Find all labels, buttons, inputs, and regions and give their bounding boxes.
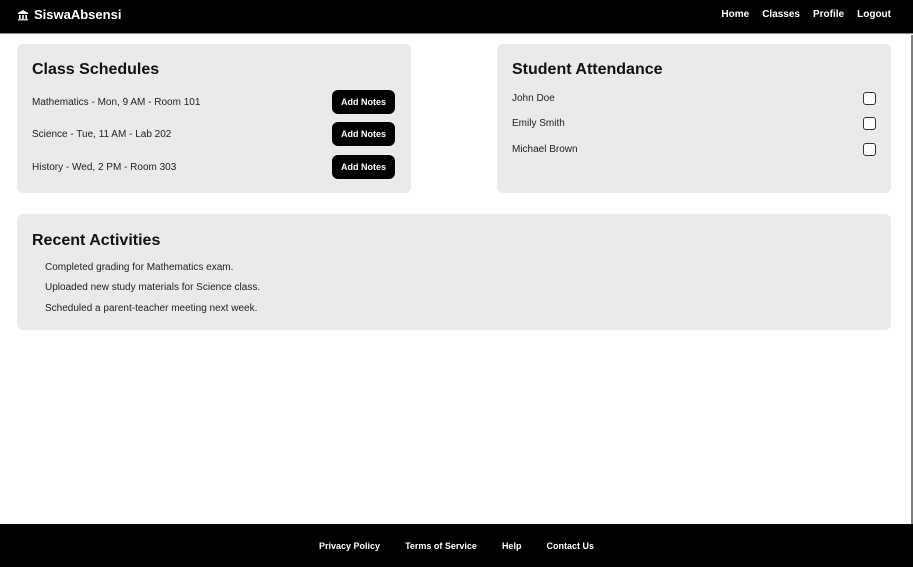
student-name: Michael Brown xyxy=(512,143,578,155)
main-nav: Home Classes Profile Logout xyxy=(721,9,891,20)
nav-logout[interactable]: Logout xyxy=(857,9,891,20)
student-name: Emily Smith xyxy=(512,117,565,129)
attendance-checkbox[interactable] xyxy=(863,116,876,130)
attendance-checkbox[interactable] xyxy=(863,91,876,105)
attendance-row: John Doe xyxy=(512,90,876,106)
class-schedules-card: Class Schedules Mathematics - Mon, 9 AM … xyxy=(17,44,411,193)
schedule-row: Mathematics - Mon, 9 AM - Room 101 Add N… xyxy=(32,90,395,114)
schedule-text: Mathematics - Mon, 9 AM - Room 101 xyxy=(32,96,201,108)
schedule-text: Science - Tue, 11 AM - Lab 202 xyxy=(32,128,172,140)
student-attendance-card: Student Attendance John Doe Emily Smith … xyxy=(497,44,891,193)
footer-terms-link[interactable]: Terms of Service xyxy=(405,541,477,551)
navbar: SiswaAbsensi Home Classes Profile Logout xyxy=(0,0,913,34)
add-notes-button[interactable]: Add Notes xyxy=(332,122,395,146)
add-notes-button[interactable]: Add Notes xyxy=(332,90,395,114)
activity-item: Scheduled a parent-teacher meeting next … xyxy=(45,303,258,314)
footer-privacy-link[interactable]: Privacy Policy xyxy=(319,541,380,551)
schedule-row: Science - Tue, 11 AM - Lab 202 Add Notes xyxy=(32,122,395,146)
brand-name: SiswaAbsensi xyxy=(34,7,122,22)
activity-item: Uploaded new study materials for Science… xyxy=(45,282,261,293)
student-attendance-title: Student Attendance xyxy=(512,61,663,78)
attendance-row: Michael Brown xyxy=(512,141,876,157)
recent-activities-title: Recent Activities xyxy=(32,232,161,249)
attendance-checkbox[interactable] xyxy=(863,142,876,156)
student-name: John Doe xyxy=(512,92,555,104)
nav-home[interactable]: Home xyxy=(721,9,749,20)
footer-help-link[interactable]: Help xyxy=(502,541,522,551)
school-icon xyxy=(18,9,28,20)
attendance-row: Emily Smith xyxy=(512,115,876,131)
brand-logo[interactable]: SiswaAbsensi xyxy=(17,7,121,22)
recent-activities-card: Recent Activities Completed grading for … xyxy=(17,214,891,330)
add-notes-button[interactable]: Add Notes xyxy=(332,155,395,179)
nav-classes[interactable]: Classes xyxy=(762,9,800,20)
footer: Privacy Policy Terms of Service Help Con… xyxy=(0,524,913,567)
nav-profile[interactable]: Profile xyxy=(813,9,844,20)
activity-item: Completed grading for Mathematics exam. xyxy=(45,262,234,273)
schedule-row: History - Wed, 2 PM - Room 303 Add Notes xyxy=(32,155,395,179)
class-schedules-title: Class Schedules xyxy=(32,61,160,78)
schedule-text: History - Wed, 2 PM - Room 303 xyxy=(32,161,177,173)
footer-contact-link[interactable]: Contact Us xyxy=(546,541,594,551)
